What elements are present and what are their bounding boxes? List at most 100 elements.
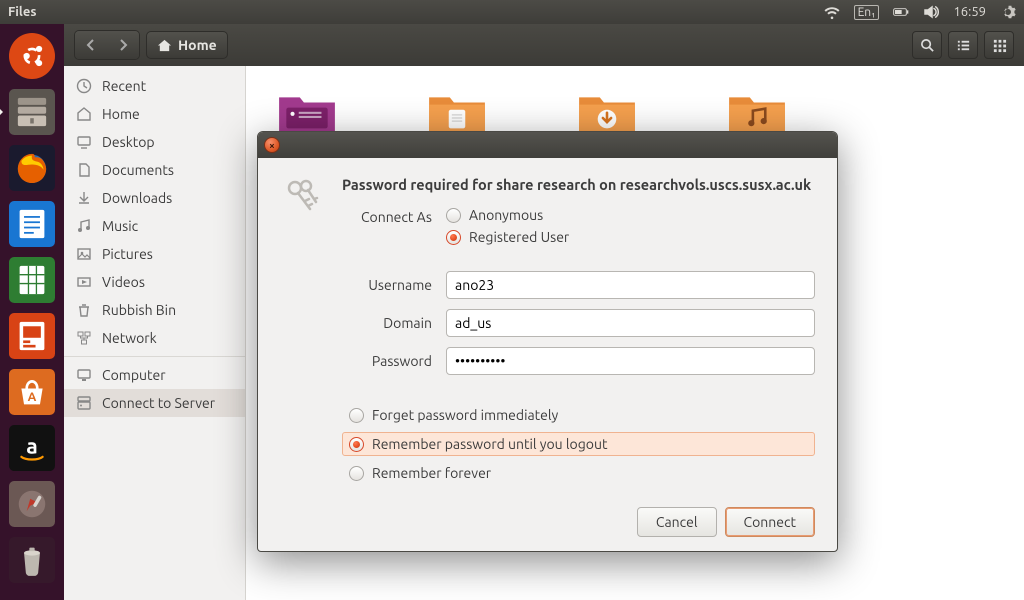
svg-text:a: a (26, 434, 38, 458)
connect-as-group: Anonymous Registered User (446, 207, 815, 245)
sidebar-item-label: Rubbish Bin (102, 302, 176, 318)
sidebar-item-pictures[interactable]: Pictures (64, 240, 245, 268)
folder-downloads[interactable] (576, 88, 638, 136)
sidebar-item-music[interactable]: Music (64, 212, 245, 240)
folder-documents[interactable] (426, 88, 488, 136)
wifi-icon[interactable] (824, 4, 840, 20)
password-label: Password (342, 353, 432, 369)
menubar: Files En₁ 16:59 (0, 0, 1024, 24)
settings-launcher[interactable] (6, 478, 58, 530)
domain-input[interactable] (446, 309, 815, 337)
sidebar-item-label: Network (102, 330, 157, 346)
svg-text:A: A (28, 390, 37, 404)
sidebar-item-recent[interactable]: Recent (64, 72, 245, 100)
sidebar-item-trash[interactable]: Rubbish Bin (64, 296, 245, 324)
search-button[interactable] (912, 31, 942, 59)
sidebar-item-label: Documents (102, 162, 174, 178)
username-input[interactable] (446, 271, 815, 299)
clock-icon (76, 78, 92, 94)
files-launcher[interactable] (6, 86, 58, 138)
sidebar-item-connect-server[interactable]: Connect to Server (64, 389, 245, 417)
sidebar-item-computer[interactable]: Computer (64, 361, 245, 389)
list-view-button[interactable] (948, 31, 978, 59)
cancel-button[interactable]: Cancel (637, 507, 717, 537)
impress-launcher[interactable] (6, 310, 58, 362)
radio-anonymous[interactable]: Anonymous (446, 207, 815, 223)
radio-remember-session[interactable]: Remember password until you logout (342, 432, 815, 456)
nav-buttons (74, 30, 140, 60)
username-label: Username (342, 277, 432, 293)
sidebar-item-network[interactable]: Network (64, 324, 245, 352)
music-icon (76, 218, 92, 234)
desktop-icon (76, 134, 92, 150)
separator (64, 356, 245, 357)
download-icon (76, 190, 92, 206)
domain-label: Domain (342, 315, 432, 331)
picture-icon (76, 246, 92, 262)
sidebar-item-desktop[interactable]: Desktop (64, 128, 245, 156)
sidebar-item-downloads[interactable]: Downloads (64, 184, 245, 212)
connect-as-label: Connect As (342, 207, 432, 225)
back-button[interactable] (75, 31, 107, 59)
trash-icon (76, 302, 92, 318)
sidebar-item-label: Videos (102, 274, 145, 290)
volume-icon[interactable] (923, 4, 939, 20)
keyboard-indicator[interactable]: En₁ (854, 5, 880, 20)
writer-launcher[interactable] (6, 198, 58, 250)
server-icon (76, 395, 92, 411)
dash-icon[interactable] (6, 30, 58, 82)
trash-launcher[interactable] (6, 534, 58, 586)
dialog-titlebar[interactable]: × (258, 132, 837, 158)
radio-remember-forever[interactable]: Remember forever (342, 461, 815, 485)
amazon-launcher[interactable]: a (6, 422, 58, 474)
indicator-area: En₁ 16:59 (824, 4, 1016, 20)
computer-icon (76, 367, 92, 383)
sidebar-item-label: Downloads (102, 190, 172, 206)
app-name: Files (8, 5, 36, 19)
radio-label: Remember password until you logout (372, 436, 607, 452)
radio-label: Remember forever (372, 465, 491, 481)
firefox-launcher[interactable] (6, 142, 58, 194)
connect-button[interactable]: Connect (725, 507, 816, 537)
battery-icon[interactable] (893, 4, 909, 20)
radio-forget[interactable]: Forget password immediately (342, 403, 815, 427)
sidebar-item-label: Recent (102, 78, 146, 94)
remember-options: Forget password immediately Remember pas… (342, 403, 815, 485)
path-label: Home (178, 37, 217, 53)
radio-registered[interactable]: Registered User (446, 229, 815, 245)
close-button[interactable]: × (264, 137, 280, 153)
video-icon (76, 274, 92, 290)
header-bar: Home (64, 24, 1024, 66)
password-input[interactable] (446, 347, 815, 375)
sidebar-item-home[interactable]: Home (64, 100, 245, 128)
password-dialog: × Password required for share research o… (257, 131, 838, 552)
sidebar-item-label: Home (102, 106, 140, 122)
grid-view-button[interactable] (984, 31, 1014, 59)
network-icon (76, 330, 92, 346)
sidebar-item-label: Computer (102, 367, 166, 383)
calc-launcher[interactable] (6, 254, 58, 306)
clock[interactable]: 16:59 (953, 5, 986, 19)
unity-launcher: A a (0, 24, 64, 600)
places-sidebar: Recent Home Desktop Documents Downloads … (64, 66, 246, 600)
sidebar-item-label: Connect to Server (102, 395, 215, 411)
dialog-buttons: Cancel Connect (280, 507, 815, 537)
sidebar-item-label: Desktop (102, 134, 155, 150)
sidebar-item-documents[interactable]: Documents (64, 156, 245, 184)
home-icon (76, 106, 92, 122)
sidebar-item-label: Music (102, 218, 138, 234)
home-icon (157, 38, 172, 53)
folder-music[interactable] (726, 88, 788, 136)
path-bar[interactable]: Home (146, 31, 228, 59)
sidebar-item-videos[interactable]: Videos (64, 268, 245, 296)
software-launcher[interactable]: A (6, 366, 58, 418)
document-icon (76, 162, 92, 178)
dialog-title: Password required for share research on … (342, 176, 815, 193)
forward-button[interactable] (107, 31, 139, 59)
radio-label: Registered User (469, 229, 569, 245)
sidebar-item-label: Pictures (102, 246, 153, 262)
radio-label: Forget password immediately (372, 407, 558, 423)
radio-label: Anonymous (469, 207, 543, 223)
gear-icon[interactable] (1000, 4, 1016, 20)
folder-desktop[interactable] (276, 88, 338, 136)
